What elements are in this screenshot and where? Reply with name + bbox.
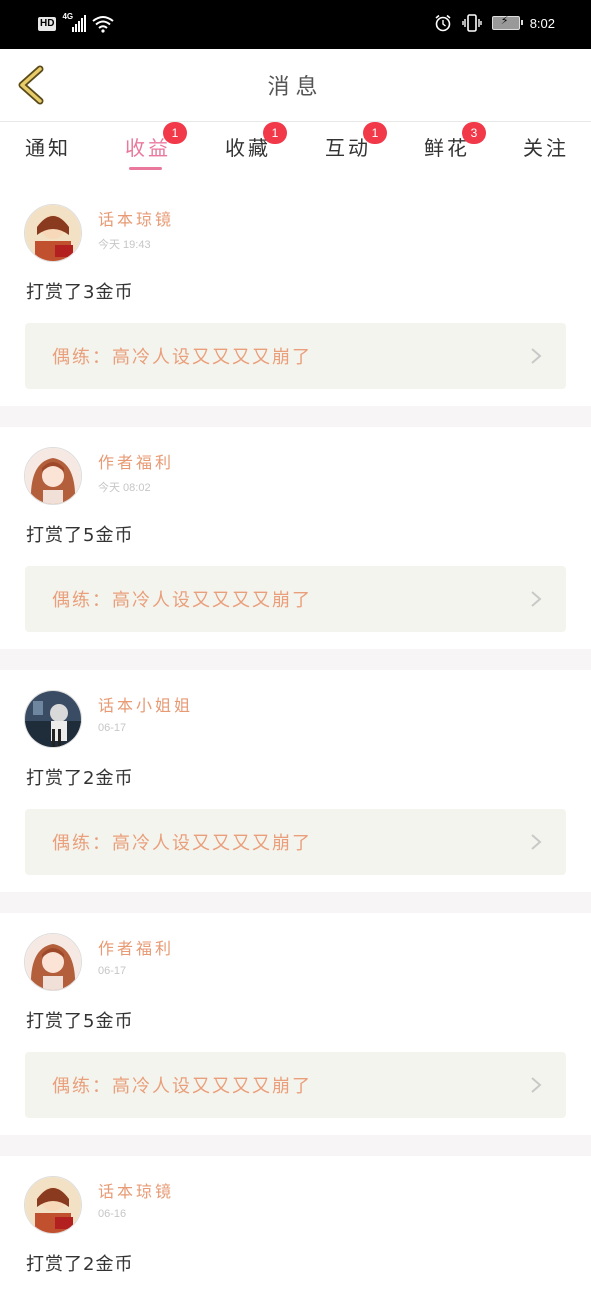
timestamp: 06-17 [98,965,127,977]
unread-badge: 1 [363,122,387,144]
list-item: 话本小姐姐 06-17 打赏了2金币 偶练：高冷人设又又又又崩了 [0,670,591,892]
network-label: 4G [62,12,74,21]
clock: 8:02 [529,15,555,31]
tab-label: 互动 [325,136,371,160]
tab-label: 通知 [25,136,71,160]
tab-following[interactable]: 关注 [523,132,569,161]
sender-name[interactable]: 话本小姐姐 [98,692,193,716]
divider [0,649,591,670]
chevron-right-icon [531,834,542,850]
tab-notifications[interactable]: 通知 [25,132,71,161]
divider [0,406,591,427]
avatar[interactable] [24,690,82,748]
list-item: 话本琼镜 06-16 打赏了2金币 [0,1156,591,1296]
book-title: 偶练：高冷人设又又又又崩了 [52,833,312,854]
hd-label: HD [38,17,57,31]
timestamp: 06-16 [98,1208,127,1220]
status-bar: HD 4G ⚡ 8:02 [0,0,591,49]
reward-text: 打赏了2金币 [26,768,134,789]
list-item: 话本琼镜 今天 19:43 打赏了3金币 偶练：高冷人设又又又又崩了 [0,184,591,406]
divider [0,1135,591,1156]
header: 消息 [0,49,591,122]
list-item: 作者福利 今天 08:02 打赏了5金币 偶练：高冷人设又又又又崩了 [0,427,591,649]
timestamp: 06-17 [98,722,127,734]
chevron-right-icon [531,591,542,607]
tab-label: 关注 [523,136,569,160]
book-card[interactable]: 偶练：高冷人设又又又又崩了 [25,809,566,875]
tab-label: 收益 [125,136,171,160]
status-right: ⚡ 8:02 [434,14,555,32]
alarm-icon [435,14,451,32]
unread-badge: 3 [462,122,486,144]
tab-flowers[interactable]: 鲜花 3 [424,122,486,161]
unread-badge: 1 [163,122,187,144]
book-card[interactable]: 偶练：高冷人设又又又又崩了 [25,1052,566,1118]
tab-interactions[interactable]: 互动 1 [325,122,387,161]
avatar[interactable] [24,204,82,262]
book-title: 偶练：高冷人设又又又又崩了 [52,590,312,611]
message-list: 话本琼镜 今天 19:43 打赏了3金币 偶练：高冷人设又又又又崩了 作者福利 … [0,184,591,1296]
list-item: 作者福利 06-17 打赏了5金币 偶练：高冷人设又又又又崩了 [0,913,591,1135]
tab-favorites[interactable]: 收藏 1 [225,122,287,161]
tab-label: 收藏 [225,136,271,160]
chevron-right-icon [531,1077,542,1093]
sender-name[interactable]: 作者福利 [98,935,174,959]
timestamp: 今天 19:43 [98,239,151,251]
tab-earnings[interactable]: 收益 1 [125,122,187,161]
reward-text: 打赏了5金币 [26,525,134,546]
avatar[interactable] [24,1176,82,1234]
wifi-icon [92,16,115,33]
signal-icon: 4G [62,12,87,34]
divider [0,892,591,913]
sender-name[interactable]: 作者福利 [98,449,174,473]
tab-bar: 通知 收益 1 收藏 1 互动 1 鲜花 3 关注 [0,122,591,184]
avatar[interactable] [24,447,82,505]
sender-name[interactable]: 话本琼镜 [98,1178,174,1202]
reward-text: 打赏了3金币 [26,282,134,303]
avatar[interactable] [24,933,82,991]
reward-text: 打赏了5金币 [26,1011,134,1032]
book-card[interactable]: 偶练：高冷人设又又又又崩了 [25,323,566,389]
book-card[interactable]: 偶练：高冷人设又又又又崩了 [25,566,566,632]
vibrate-icon [461,14,482,32]
sender-name[interactable]: 话本琼镜 [98,206,174,230]
reward-text: 打赏了2金币 [26,1254,134,1275]
tab-label: 鲜花 [424,136,470,160]
page-title: 消息 [267,75,324,100]
battery-icon: ⚡ [491,14,523,30]
status-left: HD 4G [38,12,115,34]
book-title: 偶练：高冷人设又又又又崩了 [52,1076,312,1097]
chevron-right-icon [531,348,542,364]
book-title: 偶练：高冷人设又又又又崩了 [52,347,312,368]
unread-badge: 1 [263,122,287,144]
active-tab-indicator [129,167,162,170]
timestamp: 今天 08:02 [98,482,151,494]
